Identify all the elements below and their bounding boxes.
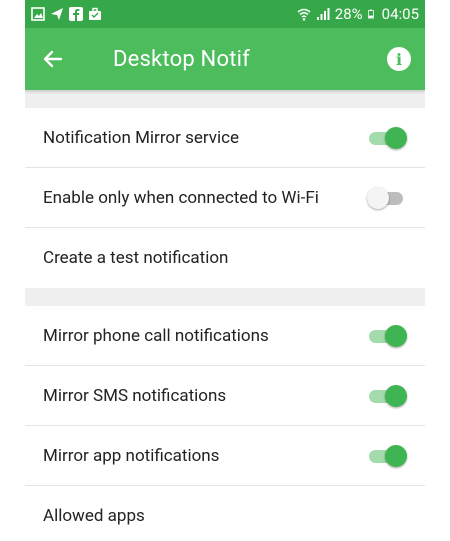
status-bar-left bbox=[31, 7, 102, 21]
gallery-icon bbox=[31, 7, 45, 21]
signal-icon bbox=[316, 8, 330, 20]
setting-row-sms[interactable]: Mirror SMS notifications bbox=[25, 366, 425, 426]
setting-label: Mirror app notifications bbox=[43, 445, 220, 466]
back-button[interactable] bbox=[25, 28, 81, 90]
app-notifications-toggle[interactable] bbox=[367, 444, 407, 467]
service-settings-section: Notification Mirror service Enable only … bbox=[25, 108, 425, 288]
setting-label: Create a test notification bbox=[43, 248, 229, 268]
phone-screen: 28% 04:05 Desktop Notif i Notification M… bbox=[25, 0, 425, 541]
clock-time: 04:05 bbox=[381, 5, 419, 23]
sms-toggle[interactable] bbox=[367, 384, 407, 407]
mirror-service-toggle[interactable] bbox=[367, 126, 407, 149]
wifi-icon bbox=[297, 8, 311, 21]
setting-label: Mirror SMS notifications bbox=[43, 385, 227, 406]
briefcase-icon bbox=[89, 7, 101, 20]
setting-row-phone-calls[interactable]: Mirror phone call notifications bbox=[25, 306, 425, 366]
status-bar-right: 28% 04:05 bbox=[297, 5, 419, 23]
setting-label: Notification Mirror service bbox=[43, 127, 240, 148]
setting-label: Mirror phone call notifications bbox=[43, 325, 269, 346]
arrow-left-icon[interactable] bbox=[43, 49, 63, 69]
app-bar: Desktop Notif i bbox=[25, 28, 425, 90]
info-icon[interactable]: i bbox=[387, 47, 411, 71]
mirror-settings-section: Mirror phone call notifications Mirror S… bbox=[25, 306, 425, 541]
section-divider bbox=[25, 288, 425, 306]
send-icon bbox=[51, 8, 63, 20]
section-divider bbox=[25, 90, 425, 108]
toggle-knob bbox=[385, 384, 407, 407]
facebook-icon bbox=[69, 7, 83, 21]
battery-percent: 28% bbox=[334, 5, 363, 23]
status-bar: 28% 04:05 bbox=[25, 0, 425, 28]
toggle-knob bbox=[367, 186, 389, 209]
setting-row-allowed-apps[interactable]: Allowed apps bbox=[25, 486, 425, 541]
setting-row-test-notification[interactable]: Create a test notification bbox=[25, 228, 425, 288]
page-title: Desktop Notif bbox=[113, 46, 250, 72]
setting-row-app-notifications[interactable]: Mirror app notifications bbox=[25, 426, 425, 486]
setting-label: Allowed apps bbox=[43, 506, 145, 526]
toggle-knob bbox=[385, 126, 407, 149]
wifi-only-toggle[interactable] bbox=[367, 186, 407, 209]
toggle-knob bbox=[385, 444, 407, 467]
toggle-knob bbox=[385, 324, 407, 347]
battery-icon bbox=[367, 9, 374, 19]
setting-row-mirror-service[interactable]: Notification Mirror service bbox=[25, 108, 425, 168]
setting-label: Enable only when connected to Wi-Fi bbox=[43, 187, 319, 208]
phone-calls-toggle[interactable] bbox=[367, 324, 407, 347]
setting-row-wifi-only[interactable]: Enable only when connected to Wi-Fi bbox=[25, 168, 425, 228]
